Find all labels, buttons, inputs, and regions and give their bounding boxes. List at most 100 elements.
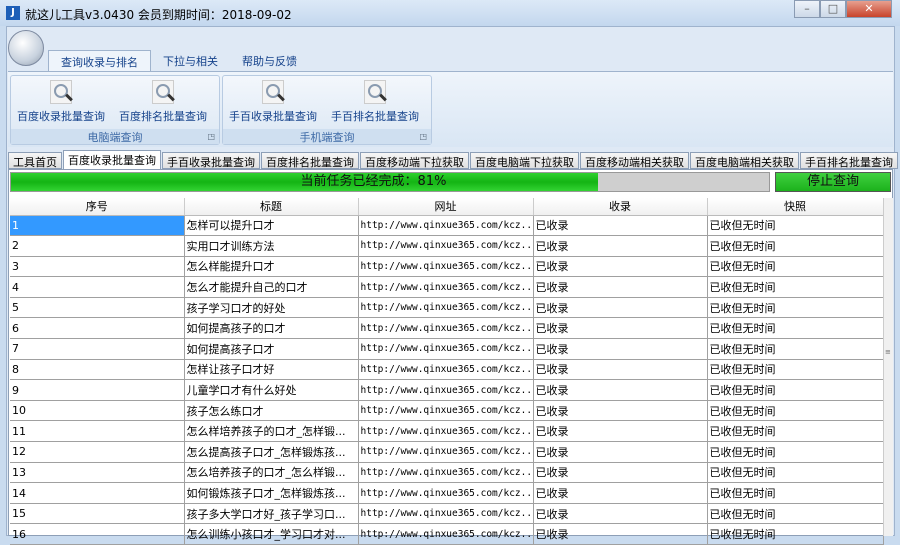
table-row[interactable]: 4 怎么才能提升自己的口才 http://www.qinxue365.com/kcz… bbox=[10, 276, 884, 298]
table-row[interactable]: 13 怎么培养孩子的口才_怎么样锻... http://www.qinxue365.… bbox=[10, 462, 884, 484]
tab-2[interactable]: 百度收录批量查询 bbox=[63, 150, 161, 169]
table-cell[interactable]: 已收录 bbox=[533, 462, 708, 484]
table-cell[interactable]: 已收但无时间 bbox=[707, 256, 884, 278]
ribbon-button[interactable]: 百度收录批量查询 bbox=[17, 80, 105, 124]
maximize-button[interactable]: □ bbox=[820, 0, 846, 18]
table-cell[interactable]: 已收但无时间 bbox=[707, 420, 884, 443]
table-row[interactable]: 12 怎么提高孩子口才_怎样锻炼孩... http://www.qinxue365.… bbox=[10, 441, 884, 463]
table-cell[interactable]: http://www.qinxue365.com/kcz... bbox=[358, 420, 534, 443]
table-cell[interactable]: 已收但无时间 bbox=[707, 441, 884, 463]
dialog-launcher-icon[interactable]: ◳ bbox=[419, 132, 427, 141]
column-header[interactable]: 网址 bbox=[358, 198, 534, 216]
table-cell[interactable]: 已收录 bbox=[533, 420, 708, 443]
app-menu-orb[interactable] bbox=[8, 30, 44, 66]
table-cell[interactable]: 已收录 bbox=[533, 338, 708, 360]
tab-7[interactable]: 百度移动端相关获取 bbox=[580, 152, 689, 169]
table-row[interactable]: 7 如何提高孩子口才 http://www.qinxue365.com/kcz...… bbox=[10, 338, 884, 360]
table-cell[interactable]: http://www.qinxue365.com/kcz... bbox=[358, 503, 534, 525]
table-cell[interactable]: http://www.qinxue365.com/kcz... bbox=[358, 317, 534, 340]
table-cell[interactable]: 怎么样能提升口才 bbox=[184, 256, 359, 278]
table-cell[interactable]: 7 bbox=[10, 338, 185, 360]
table-cell[interactable]: http://www.qinxue365.com/kcz... bbox=[358, 482, 534, 504]
table-cell[interactable]: 4 bbox=[10, 276, 185, 298]
table-cell[interactable]: 6 bbox=[10, 317, 185, 340]
table-cell[interactable]: 已收但无时间 bbox=[707, 482, 884, 504]
ribbon-button[interactable]: 手百收录批量查询 bbox=[229, 80, 317, 124]
table-cell[interactable]: 怎样让孩子口才好 bbox=[184, 359, 359, 381]
tab-9[interactable]: 手百排名批量查询 bbox=[800, 152, 898, 169]
tab-6[interactable]: 百度电脑端下拉获取 bbox=[470, 152, 579, 169]
tab-5[interactable]: 百度移动端下拉获取 bbox=[360, 152, 469, 169]
table-cell[interactable]: 已收但无时间 bbox=[707, 523, 884, 545]
table-cell[interactable]: 9 bbox=[10, 379, 185, 401]
table-cell[interactable]: 已收但无时间 bbox=[707, 297, 884, 319]
table-cell[interactable]: 15 bbox=[10, 503, 185, 525]
table-cell[interactable]: http://www.qinxue365.com/kcz... bbox=[358, 523, 534, 545]
table-cell[interactable]: 已收录 bbox=[533, 215, 708, 237]
table-cell[interactable]: 已收录 bbox=[533, 359, 708, 381]
table-row[interactable]: 11 怎么样培养孩子的口才_怎样锻... http://www.qinxue365… bbox=[10, 420, 884, 443]
table-cell[interactable]: 5 bbox=[10, 297, 185, 319]
table-cell[interactable]: 3 bbox=[10, 256, 185, 278]
table-cell[interactable]: 怎么培养孩子的口才_怎么样锻... bbox=[184, 462, 359, 484]
table-cell[interactable]: 11 bbox=[10, 420, 185, 443]
ribbon-button[interactable]: 百度排名批量查询 bbox=[119, 80, 207, 124]
table-cell[interactable]: 怎样可以提升口才 bbox=[184, 215, 359, 237]
table-cell[interactable]: http://www.qinxue365.com/kcz... bbox=[358, 297, 534, 319]
table-cell[interactable]: 孩子怎么练口才 bbox=[184, 400, 359, 422]
table-cell[interactable]: 1 bbox=[10, 215, 185, 237]
table-row[interactable]: 10 孩子怎么练口才 http://www.qinxue365.com/kcz...… bbox=[10, 400, 884, 422]
ribbon-button[interactable]: 手百排名批量查询 bbox=[331, 80, 419, 124]
table-cell[interactable]: 已收但无时间 bbox=[707, 317, 884, 340]
stop-query-button[interactable]: 停止查询 bbox=[775, 172, 891, 192]
table-cell[interactable]: 已收但无时间 bbox=[707, 276, 884, 298]
table-cell[interactable]: http://www.qinxue365.com/kcz... bbox=[358, 359, 534, 381]
table-row[interactable]: 14 如何锻炼孩子口才_怎样锻炼孩... http://www.qinxue365.… bbox=[10, 482, 884, 504]
column-header[interactable]: 收录 bbox=[533, 198, 708, 216]
table-row[interactable]: 3 怎么样能提升口才 http://www.qinxue365.com/kcz...… bbox=[10, 256, 884, 278]
table-cell[interactable]: http://www.qinxue365.com/kcz... bbox=[358, 441, 534, 463]
table-cell[interactable]: 10 bbox=[10, 400, 185, 422]
table-cell[interactable]: 已收但无时间 bbox=[707, 400, 884, 422]
tab-4[interactable]: 百度排名批量查询 bbox=[261, 152, 359, 169]
table-cell[interactable]: 8 bbox=[10, 359, 185, 381]
table-row[interactable]: 5 孩子学习口才的好处 http://www.qinxue365.com/kcz..… bbox=[10, 297, 884, 319]
table-row[interactable]: 2 实用口才训练方法 http://www.qinxue365.com/kcz...… bbox=[10, 235, 884, 257]
vertical-scrollbar[interactable]: ≡ bbox=[883, 198, 893, 536]
table-cell[interactable]: http://www.qinxue365.com/kcz... bbox=[358, 338, 534, 360]
table-cell[interactable]: 已收但无时间 bbox=[707, 338, 884, 360]
table-cell[interactable]: 已收但无时间 bbox=[707, 379, 884, 401]
column-header[interactable]: 标题 bbox=[184, 198, 359, 216]
table-cell[interactable]: 已收录 bbox=[533, 503, 708, 525]
table-cell[interactable]: 13 bbox=[10, 462, 185, 484]
table-row[interactable]: 9 儿童学口才有什么好处 http://www.qinxue365.com/kcz.… bbox=[10, 379, 884, 401]
ribbon-tab[interactable]: 查询收录与排名 bbox=[48, 50, 151, 71]
table-cell[interactable]: 已收录 bbox=[533, 441, 708, 463]
tab-8[interactable]: 百度电脑端相关获取 bbox=[690, 152, 799, 169]
table-cell[interactable]: 已收但无时间 bbox=[707, 503, 884, 525]
table-cell[interactable]: http://www.qinxue365.com/kcz... bbox=[358, 379, 534, 401]
table-cell[interactable]: 怎么提高孩子口才_怎样锻炼孩... bbox=[184, 441, 359, 463]
table-cell[interactable]: 已收录 bbox=[533, 276, 708, 298]
table-cell[interactable]: 已收录 bbox=[533, 379, 708, 401]
tab-3[interactable]: 手百收录批量查询 bbox=[162, 152, 260, 169]
table-cell[interactable]: 16 bbox=[10, 523, 185, 545]
table-cell[interactable]: 已收录 bbox=[533, 317, 708, 340]
table-cell[interactable]: 已收但无时间 bbox=[707, 235, 884, 257]
table-cell[interactable]: 已收录 bbox=[533, 523, 708, 545]
table-cell[interactable]: http://www.qinxue365.com/kcz... bbox=[358, 276, 534, 298]
table-cell[interactable]: 如何锻炼孩子口才_怎样锻炼孩... bbox=[184, 482, 359, 504]
table-cell[interactable]: 实用口才训练方法 bbox=[184, 235, 359, 257]
table-row[interactable]: 16 怎么训练小孩口才_学习口才对... http://www.qinxue365.… bbox=[10, 523, 884, 545]
table-row[interactable]: 6 如何提高孩子的口才 http://www.qinxue365.com/kcz..… bbox=[10, 317, 884, 340]
table-cell[interactable]: 怎么训练小孩口才_学习口才对... bbox=[184, 523, 359, 545]
table-cell[interactable]: http://www.qinxue365.com/kcz... bbox=[358, 462, 534, 484]
table-cell[interactable]: 孩子多大学口才好_孩子学习口... bbox=[184, 503, 359, 525]
table-cell[interactable]: 已收录 bbox=[533, 297, 708, 319]
table-cell[interactable]: 儿童学口才有什么好处 bbox=[184, 379, 359, 401]
tab-1[interactable]: 工具首页 bbox=[8, 152, 62, 169]
table-cell[interactable]: 已收录 bbox=[533, 235, 708, 257]
table-cell[interactable]: http://www.qinxue365.com/kcz... bbox=[358, 256, 534, 278]
table-cell[interactable]: 12 bbox=[10, 441, 185, 463]
table-cell[interactable]: 怎么才能提升自己的口才 bbox=[184, 276, 359, 298]
